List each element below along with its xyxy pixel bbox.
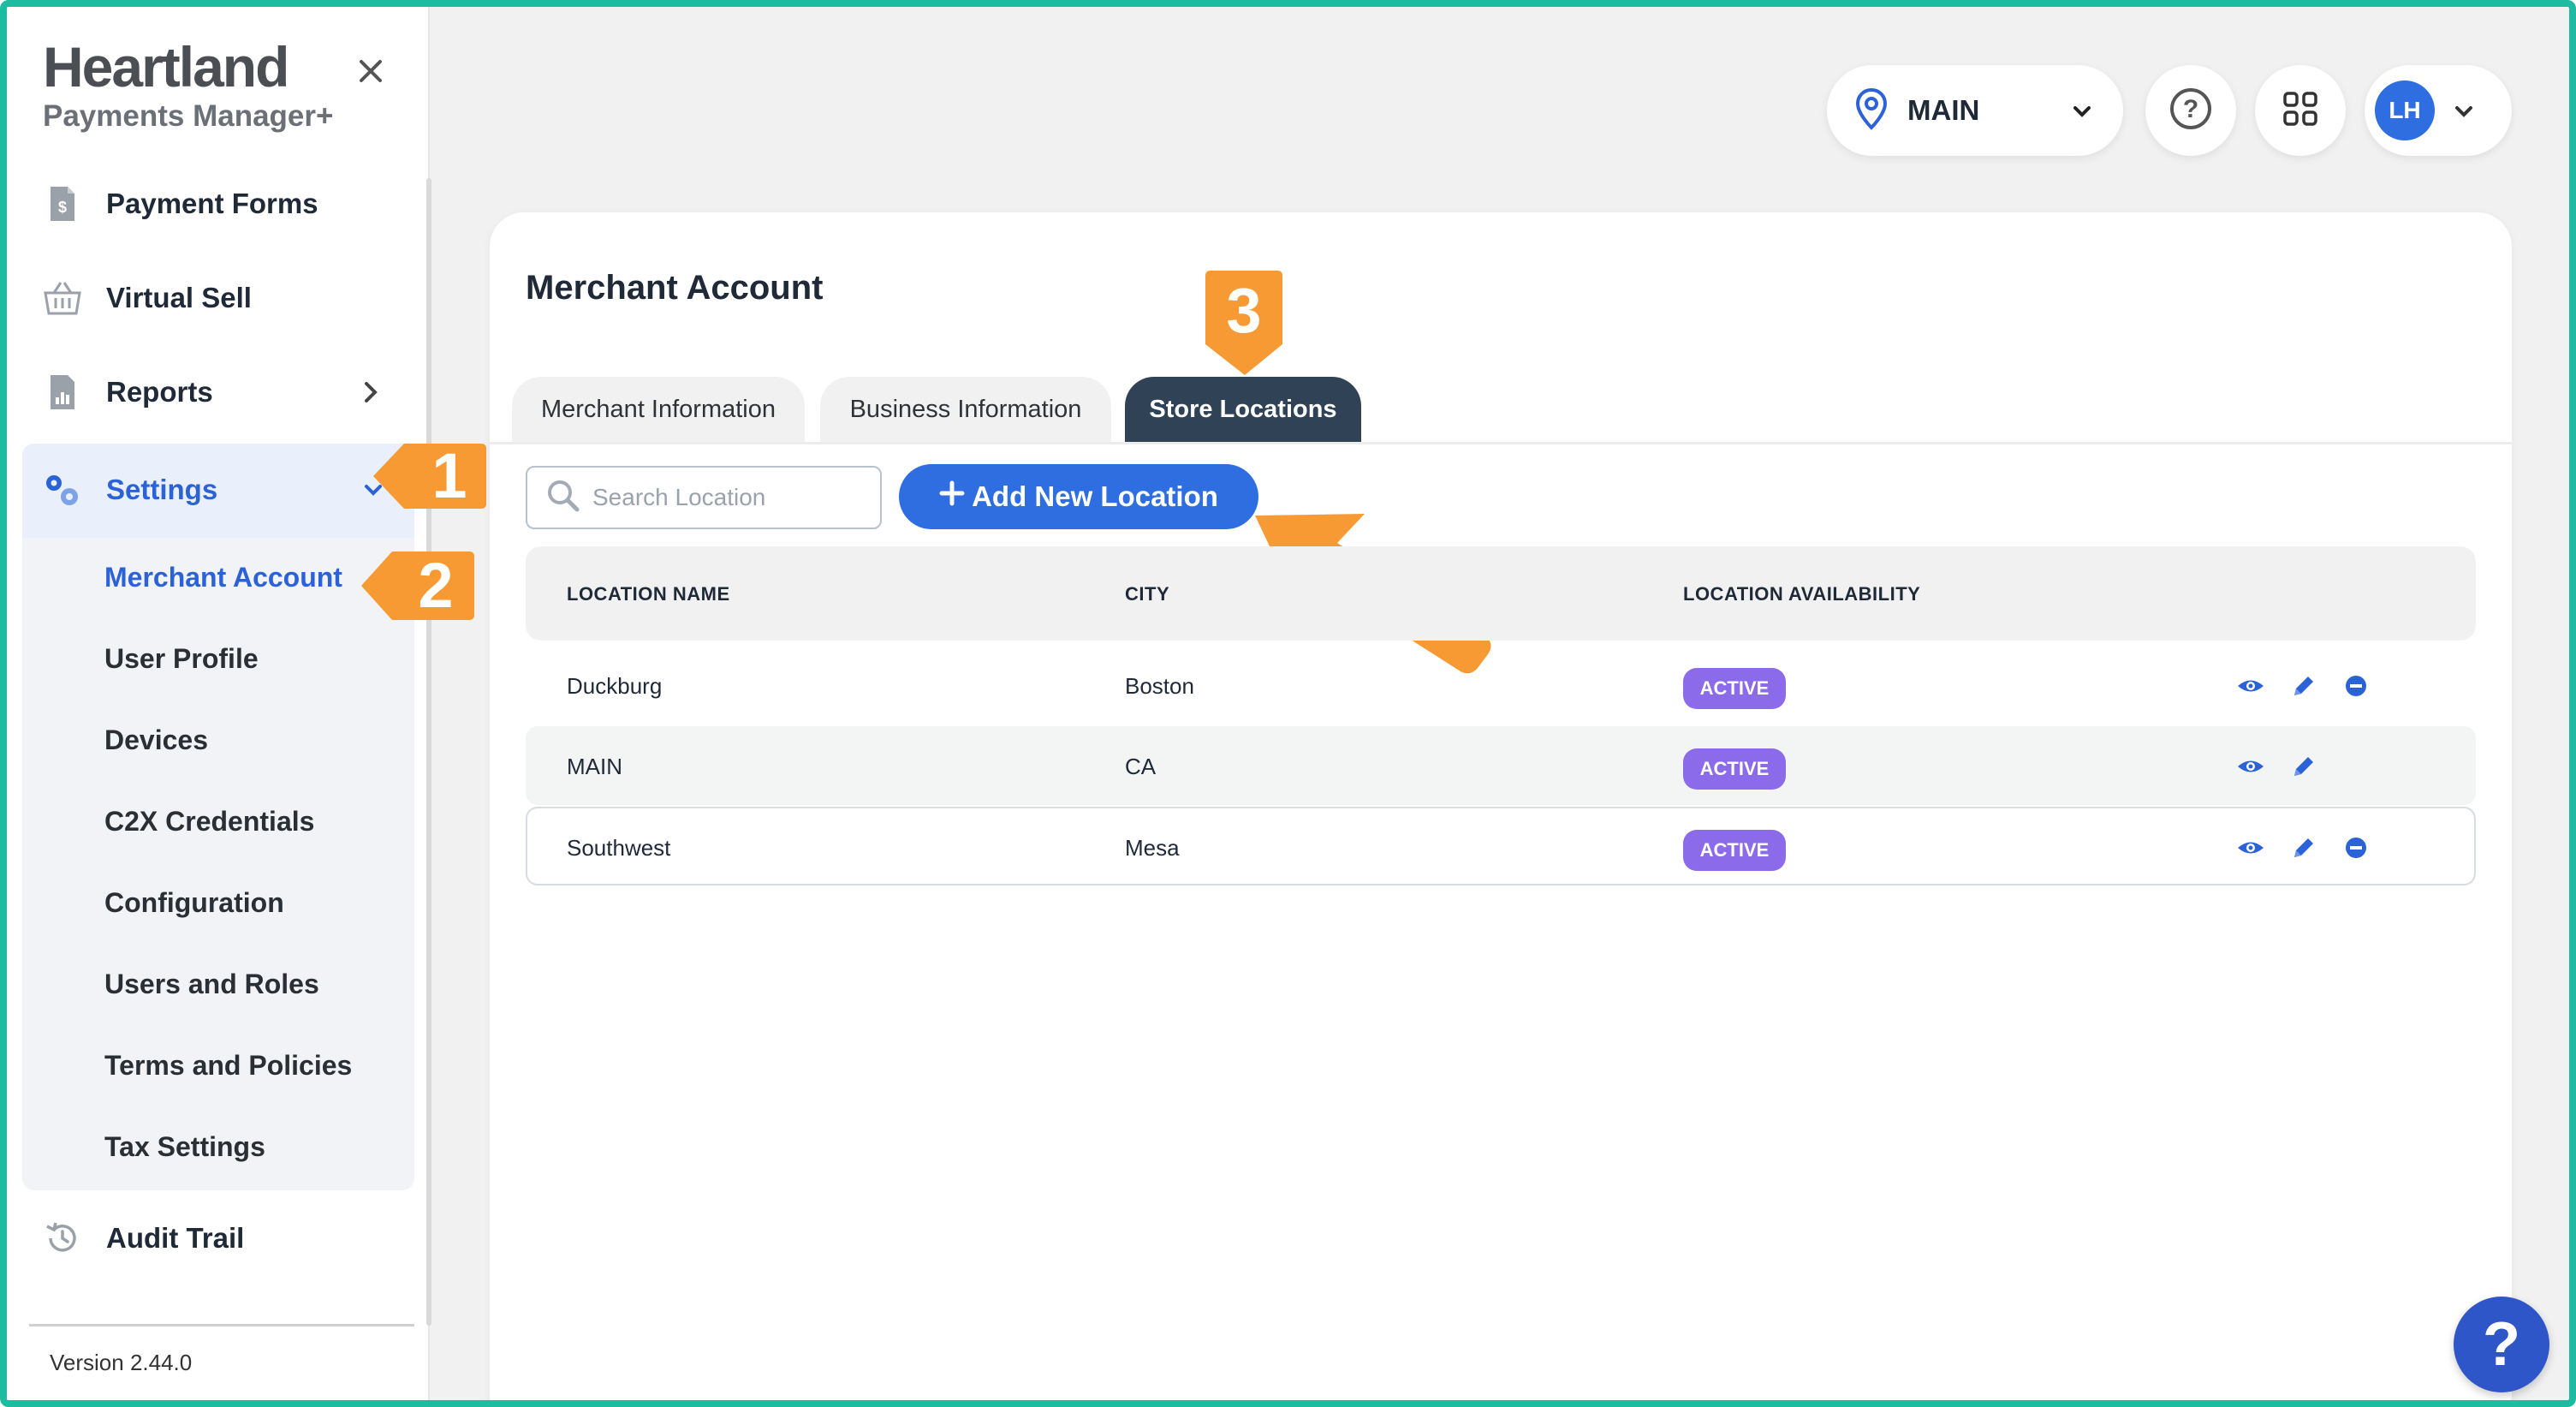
cell-city: Mesa (1125, 835, 1180, 861)
plus-icon (939, 480, 965, 513)
brand: Heartland Payments Manager+ (43, 36, 333, 134)
settings-sub-configuration[interactable]: Configuration (104, 887, 284, 919)
edit-pencil-icon[interactable] (2289, 671, 2318, 701)
add-new-location-button[interactable]: Add New Location (899, 464, 1258, 529)
settings-sub-users-and-roles[interactable]: Users and Roles (104, 969, 319, 1000)
tab-divider (490, 442, 2512, 444)
brand-subtitle: Payments Manager+ (43, 99, 334, 133)
sidebar: Heartland Payments Manager+ $ Payment Fo… (7, 7, 431, 1400)
view-eye-icon[interactable] (2236, 833, 2265, 862)
view-eye-icon[interactable] (2236, 752, 2265, 781)
remove-circle-icon[interactable] (2341, 833, 2371, 862)
tab-merchant-information[interactable]: Merchant Information (512, 377, 805, 442)
status-badge: ACTIVE (1683, 668, 1786, 709)
sidebar-scrollbar[interactable] (426, 178, 431, 1326)
sidebar-item-payment-forms[interactable]: $ Payment Forms (41, 170, 318, 238)
table-row[interactable] (526, 807, 2476, 885)
settings-sub-tax-settings[interactable]: Tax Settings (104, 1131, 265, 1163)
chevron-down-icon (2068, 98, 2096, 129)
column-header-location-availability[interactable]: LOCATION AVAILABILITY (1683, 583, 1920, 605)
location-pin-icon (1853, 86, 1890, 135)
svg-text:?: ? (2183, 95, 2198, 123)
view-eye-icon[interactable] (2236, 671, 2265, 701)
location-value: MAIN (1907, 94, 1980, 126)
table-row[interactable] (526, 646, 2476, 724)
help-button[interactable]: ? (2145, 65, 2236, 156)
status-badge: ACTIVE (1683, 748, 1786, 790)
search-placeholder: Search Location (592, 484, 766, 510)
tab-store-locations[interactable]: Store Locations (1125, 377, 1361, 442)
settings-sub-terms-and-policies[interactable]: Terms and Policies (104, 1050, 352, 1082)
apps-grid-icon (2280, 88, 2321, 134)
history-icon (41, 1217, 84, 1260)
settings-sub-merchant-account[interactable]: Merchant Account (104, 562, 342, 593)
tab-business-information[interactable]: Business Information (820, 377, 1111, 442)
sidebar-item-label: Virtual Sell (106, 282, 252, 313)
sidebar-item-reports[interactable]: Reports (41, 358, 392, 426)
basket-icon (41, 277, 84, 319)
sidebar-item-label: Payment Forms (106, 188, 318, 219)
location-selector[interactable]: MAIN (1827, 65, 2123, 156)
document-dollar-icon: $ (41, 182, 84, 225)
settings-sub-user-profile[interactable]: User Profile (104, 643, 259, 675)
avatar: LH (2375, 80, 2435, 140)
column-header-city[interactable]: CITY (1125, 583, 1169, 605)
cell-location-name: MAIN (567, 754, 622, 779)
apps-grid-button[interactable] (2255, 65, 2346, 156)
cell-city: Boston (1125, 673, 1194, 699)
version-label: Version 2.44.0 (50, 1350, 193, 1375)
remove-circle-icon[interactable] (2341, 671, 2371, 701)
column-header-location-name[interactable]: LOCATION NAME (567, 583, 730, 605)
page-title: Merchant Account (526, 269, 824, 307)
cell-city: CA (1125, 754, 1157, 779)
table-row[interactable] (526, 726, 2476, 805)
app-frame: Heartland Payments Manager+ $ Payment Fo… (0, 0, 2576, 1407)
svg-text:$: $ (58, 199, 67, 216)
settings-sub-devices[interactable]: Devices (104, 724, 208, 756)
sidebar-item-settings[interactable]: Settings (41, 456, 401, 524)
sidebar-item-label: Reports (106, 376, 213, 408)
edit-pencil-icon[interactable] (2289, 752, 2318, 781)
sidebar-item-audit-trail[interactable]: Audit Trail (41, 1204, 244, 1273)
close-icon[interactable] (349, 50, 392, 92)
search-location-input[interactable]: Search Location (526, 466, 882, 529)
settings-sub-c2x-credentials[interactable]: C2X Credentials (104, 806, 314, 838)
user-menu[interactable]: LH (2365, 65, 2512, 156)
edit-pencil-icon[interactable] (2289, 833, 2318, 862)
sidebar-item-label: Settings (106, 474, 218, 505)
divider (29, 1324, 414, 1327)
add-button-label: Add New Location (972, 480, 1218, 512)
callout-badge-2: 2 (418, 550, 454, 621)
status-badge: ACTIVE (1683, 830, 1786, 871)
gears-icon (41, 468, 84, 511)
brand-name: Heartland (43, 35, 289, 98)
chevron-down-icon (2450, 98, 2478, 129)
chevron-right-icon (358, 377, 384, 414)
cell-location-name: Southwest (567, 835, 671, 861)
help-circle-icon: ? (2167, 85, 2215, 137)
table-header (526, 546, 2476, 641)
callout-badge-3: 3 (1226, 275, 1262, 346)
cell-location-name: Duckburg (567, 673, 663, 699)
help-fab-button[interactable]: ? (2454, 1297, 2549, 1392)
report-icon (41, 371, 84, 414)
callout-badge-1: 1 (431, 440, 467, 511)
sidebar-item-label: Audit Trail (106, 1222, 245, 1254)
search-icon (544, 477, 580, 519)
sidebar-item-virtual-sell[interactable]: Virtual Sell (41, 264, 252, 332)
